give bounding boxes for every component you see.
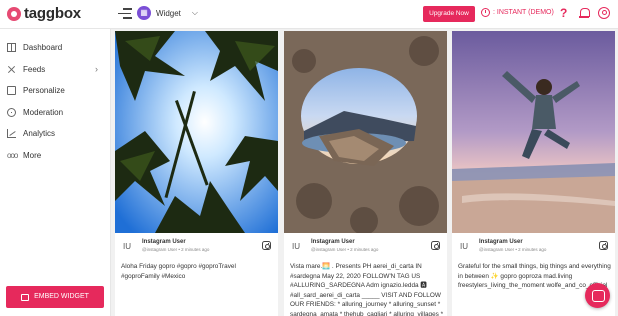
moderation-icon <box>7 107 16 117</box>
sidebar-item-label: Moderation <box>23 107 64 117</box>
post-meta: IU Instagram User @instagram User • 2 mi… <box>452 236 615 258</box>
logo-text: taggbox <box>24 5 81 22</box>
post-handle: @instagram User • 2 minutes ago <box>479 247 547 252</box>
avatar: IU <box>123 242 131 251</box>
user-account-icon[interactable] <box>598 7 610 19</box>
sidebar-item-dashboard[interactable]: Dashboard <box>0 37 110 59</box>
sidebar-item-more[interactable]: ooo More <box>0 145 110 167</box>
avatar: IU <box>292 242 300 251</box>
dashboard-icon <box>7 43 16 53</box>
feed-grid: IU Instagram User @instagram User • 2 mi… <box>111 29 618 316</box>
sidebar-item-label: More <box>23 150 42 160</box>
top-header: taggbox ▦ Widget ⌵ Upgrade Now : INSTANT… <box>0 0 618 29</box>
plan-label: : INSTANT (DEMO) <box>493 9 554 16</box>
sidebar-item-feeds[interactable]: Feeds › <box>0 59 110 81</box>
menu-toggle-icon[interactable] <box>118 8 132 19</box>
embed-widget-button[interactable]: EMBED WIDGET <box>6 286 104 308</box>
upgrade-now-button[interactable]: Upgrade Now <box>423 6 475 22</box>
more-icon: ooo <box>7 150 18 160</box>
chat-support-button[interactable] <box>585 283 610 308</box>
chevron-right-icon: › <box>95 64 98 75</box>
widget-icon: ▦ <box>137 6 151 20</box>
post-meta: IU Instagram User @instagram User • 2 mi… <box>284 236 447 258</box>
sidebar-item-moderation[interactable]: Moderation <box>0 102 110 124</box>
sidebar-item-analytics[interactable]: Analytics <box>0 123 110 145</box>
plan-status[interactable]: : INSTANT (DEMO) <box>481 8 554 17</box>
sidebar-item-label: Dashboard <box>23 43 63 53</box>
sidebar: Dashboard Feeds › Personalize Moderation… <box>0 29 111 316</box>
clock-icon <box>481 8 490 17</box>
post-username[interactable]: Instagram User <box>142 239 186 245</box>
sidebar-item-label: Analytics <box>23 129 56 139</box>
analytics-icon <box>7 129 16 139</box>
widget-label: Widget <box>156 8 181 18</box>
post-card[interactable]: IU Instagram User @instagram User • 2 mi… <box>115 31 278 316</box>
post-photo-rock-arch[interactable] <box>284 31 447 233</box>
embed-icon <box>21 293 30 301</box>
post-photo-palm-trees[interactable] <box>115 31 278 233</box>
post-caption: Vista mare.🌅 . Presents PH aerei_di_cart… <box>290 263 444 316</box>
help-icon[interactable]: ? <box>560 7 567 19</box>
post-card[interactable]: IU Instagram User @instagram User • 2 mi… <box>284 31 447 316</box>
post-handle: @instagram User • 2 minutes ago <box>311 247 379 252</box>
embed-widget-label: EMBED WIDGET <box>34 293 89 300</box>
post-card[interactable]: IU Instagram User @instagram User • 2 mi… <box>452 31 615 316</box>
post-username[interactable]: Instagram User <box>311 239 355 245</box>
instagram-icon[interactable] <box>262 241 271 250</box>
instagram-icon[interactable] <box>431 241 440 250</box>
taggbox-logo-icon <box>7 6 21 21</box>
feeds-icon <box>7 65 16 74</box>
sidebar-nav: Dashboard Feeds › Personalize Moderation… <box>0 37 110 166</box>
personalize-icon <box>7 86 16 96</box>
sidebar-item-personalize[interactable]: Personalize <box>0 80 110 102</box>
widget-selector[interactable]: ▦ Widget ⌵ <box>137 6 198 20</box>
sidebar-item-label: Personalize <box>23 86 65 96</box>
chevron-down-icon: ⌵ <box>191 8 198 17</box>
sidebar-item-label: Feeds <box>23 64 46 74</box>
post-handle: @instagram User • 2 minutes ago <box>142 247 210 252</box>
avatar: IU <box>460 242 468 251</box>
post-username[interactable]: Instagram User <box>479 239 523 245</box>
post-meta: IU Instagram User @instagram User • 2 mi… <box>115 236 278 258</box>
post-photo-beach-jump[interactable] <box>452 31 615 233</box>
taggbox-logo[interactable]: taggbox <box>7 5 81 22</box>
notification-bell-icon[interactable] <box>579 7 590 19</box>
post-caption: Aloha Friday gopro #gopro #goproTravel #… <box>121 263 236 280</box>
instagram-icon[interactable] <box>599 241 608 250</box>
